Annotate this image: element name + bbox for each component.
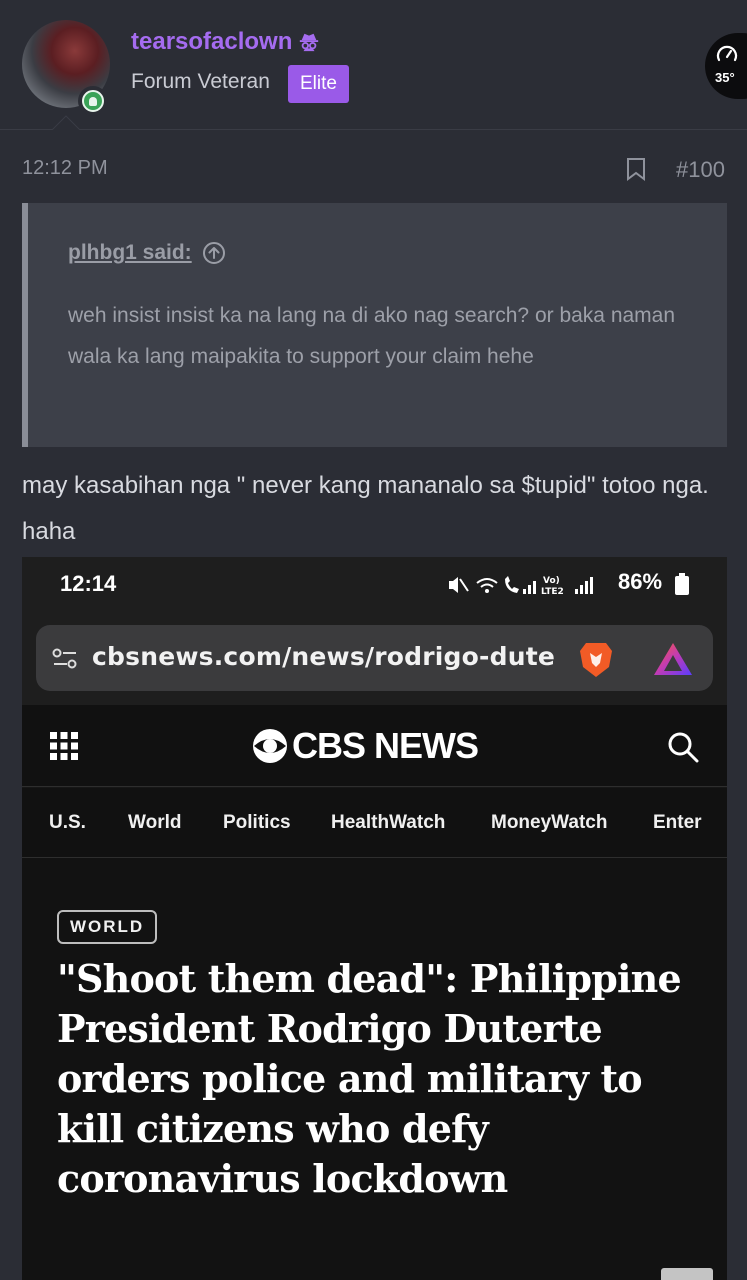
section-tag[interactable]: WORLD bbox=[57, 910, 158, 944]
nav-item-healthwatch[interactable]: HealthWatch bbox=[331, 812, 445, 834]
username-link[interactable]: tearsofaclown bbox=[131, 28, 320, 56]
quote-author-text[interactable]: plhbg1 said: bbox=[68, 241, 192, 265]
url-text[interactable]: cbsnews.com/news/rodrigo-dute bbox=[92, 642, 555, 671]
brave-shield-icon[interactable] bbox=[576, 639, 616, 679]
cbs-news-logo[interactable]: CBS NEWS bbox=[252, 723, 479, 769]
post-body-text: may kasabihan nga " never kang mananalo … bbox=[22, 472, 709, 545]
phone-clock: 12:14 bbox=[60, 571, 117, 596]
bookmark-icon[interactable] bbox=[626, 157, 646, 181]
nav-item-world[interactable]: World bbox=[128, 812, 181, 834]
online-status-icon bbox=[78, 86, 108, 116]
speed-widget[interactable]: 35° bbox=[705, 33, 747, 99]
username-text[interactable]: tearsofaclown bbox=[131, 28, 292, 56]
header-pointer bbox=[52, 115, 80, 130]
menu-grid-icon[interactable] bbox=[50, 732, 78, 760]
overlay-chip bbox=[661, 1268, 713, 1280]
spy-icon bbox=[300, 33, 319, 52]
network-label-top: Vo) bbox=[543, 576, 560, 586]
cbs-site-header: CBS NEWS bbox=[22, 705, 727, 787]
nav-item-entertainment[interactable]: Enter bbox=[653, 812, 702, 834]
temperature-readout: 35° bbox=[715, 70, 735, 85]
battery-level: 86% bbox=[618, 569, 663, 594]
address-bar[interactable]: cbsnews.com/news/rodrigo-dute bbox=[36, 625, 713, 691]
battery-icon bbox=[675, 573, 689, 595]
nav-item-politics[interactable]: Politics bbox=[223, 812, 291, 834]
brave-rewards-icon[interactable] bbox=[652, 641, 694, 677]
phone-status-bar: 12:14 Vo) LTE2 86% bbox=[22, 557, 727, 613]
network-label-bottom: LTE2 bbox=[541, 587, 564, 597]
article-content: WORLD "Shoot them dead": Philippine Pres… bbox=[22, 858, 727, 1280]
elite-badge: Elite bbox=[288, 65, 349, 103]
user-title: Forum Veteran bbox=[131, 70, 270, 93]
post-author-header: tearsofaclown Forum Veteran Elite 35° bbox=[0, 0, 747, 130]
cbs-eye-icon bbox=[253, 729, 287, 763]
quote-author-link[interactable]: plhbg1 said: bbox=[68, 241, 226, 265]
arrow-up-circle-icon[interactable] bbox=[202, 241, 226, 265]
speedometer-icon bbox=[716, 45, 738, 62]
search-icon[interactable] bbox=[667, 731, 699, 763]
quote-text: weh insist insist ka na lang na di ako n… bbox=[68, 304, 676, 368]
cbs-logo-text: CBS NEWS bbox=[292, 725, 479, 766]
post-timestamp[interactable]: 12:12 PM bbox=[22, 157, 108, 180]
post-number-link[interactable]: #100 bbox=[676, 157, 725, 183]
site-settings-icon[interactable] bbox=[52, 647, 78, 671]
embedded-screenshot[interactable]: 12:14 Vo) LTE2 86% cbsnews.com/news/rodr… bbox=[22, 557, 727, 1280]
cbs-nav-bar: U.S. World Politics HealthWatch MoneyWat… bbox=[22, 788, 727, 858]
status-icons: Vo) LTE2 bbox=[449, 576, 593, 597]
article-headline: "Shoot them dead": Philippine President … bbox=[57, 956, 682, 1201]
quote-block: plhbg1 said: weh insist insist ka na lan… bbox=[22, 203, 727, 447]
browser-toolbar: cbsnews.com/news/rodrigo-dute bbox=[22, 613, 727, 705]
nav-item-us[interactable]: U.S. bbox=[49, 812, 86, 834]
nav-item-moneywatch[interactable]: MoneyWatch bbox=[491, 812, 607, 834]
